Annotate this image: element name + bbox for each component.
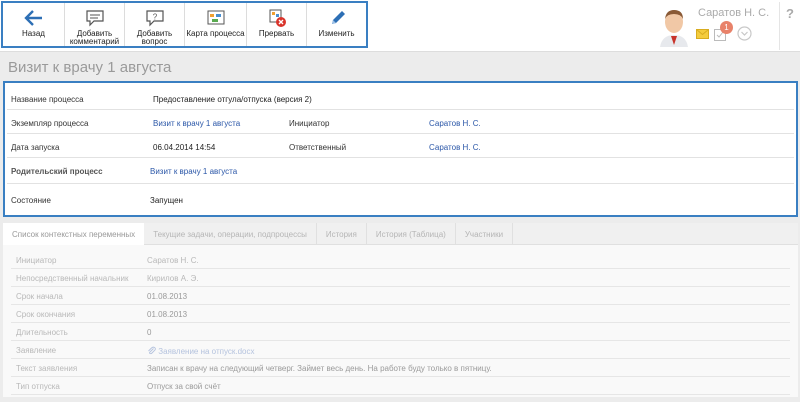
variable-name: Заявление: [16, 346, 57, 355]
variable-name: Длительность: [16, 328, 68, 337]
notification-badge: 1: [720, 20, 733, 34]
user-area: Саратов Н. С. 1: [650, 4, 800, 50]
tab-bar: Список контекстных переменных Текущие за…: [3, 223, 798, 245]
variable-name: Непосредственный начальник: [16, 274, 129, 283]
tasks-icon[interactable]: 1: [714, 20, 733, 41]
process-name-label: Название процесса: [11, 95, 84, 104]
process-info-panel: Название процесса Предоставление отгула/…: [3, 81, 798, 217]
edit-label: Изменить: [318, 29, 355, 38]
pencil-icon: [327, 7, 347, 29]
instance-label: Экземпляр процесса: [11, 119, 89, 128]
start-date-value: 06.04.2014 14:54: [153, 143, 216, 152]
table-row: Срок начала 01.08.2013: [11, 287, 790, 305]
tab-history-table[interactable]: История (Таблица): [367, 223, 456, 245]
table-row: Непосредственный начальник Кирилов А. Э.: [11, 269, 790, 287]
header-bar: Назад Добавить комментарий ? Добавить во…: [0, 0, 800, 52]
process-map-label: Карта процесса: [186, 29, 245, 38]
paperclip-icon: [148, 346, 156, 355]
variable-value: Отпуск за свой счёт: [147, 382, 221, 391]
edit-button[interactable]: Изменить: [307, 3, 366, 46]
process-name-row: Название процесса Предоставление отгула/…: [7, 86, 794, 110]
variable-value: Кирилов А. Э.: [147, 274, 199, 283]
variable-name: Текст заявления: [16, 364, 78, 373]
parent-process-label: Родительский процесс: [11, 167, 103, 176]
toolbar: Назад Добавить комментарий ? Добавить во…: [1, 1, 368, 48]
table-row: Заявление Заявление на отпуск.docx: [11, 341, 790, 359]
add-comment-button[interactable]: Добавить комментарий: [65, 3, 125, 46]
table-row: Срок окончания 01.08.2013: [11, 305, 790, 323]
parent-process-link[interactable]: Визит к врачу 1 августа: [150, 167, 237, 176]
svg-text:?: ?: [152, 13, 157, 22]
avatar[interactable]: [656, 7, 692, 47]
abort-label: Прервать: [258, 29, 295, 38]
responsible-label: Ответственный: [289, 143, 347, 152]
context-variables-table: Инициатор Саратов Н. С. Непосредственный…: [3, 245, 798, 397]
page-title: Визит к врачу 1 августа: [8, 59, 172, 76]
variable-value: 0: [147, 328, 152, 337]
responsible-link[interactable]: Саратов Н. С.: [429, 143, 481, 152]
chevron-down-icon[interactable]: [737, 26, 752, 41]
tab-history[interactable]: История: [317, 223, 367, 245]
instance-link[interactable]: Визит к врачу 1 августа: [153, 119, 240, 128]
user-icons: 1: [696, 20, 752, 41]
add-question-label: Добавить вопрос: [136, 29, 173, 46]
instance-row: Экземпляр процесса Визит к врачу 1 авгус…: [7, 110, 794, 134]
mail-icon[interactable]: [696, 28, 709, 39]
variable-value: Саратов Н. С.: [147, 256, 199, 265]
back-label: Назад: [22, 29, 45, 38]
tab-participants[interactable]: Участники: [456, 223, 514, 245]
tab-current-tasks[interactable]: Текущие задачи, операции, подпроцессы: [144, 223, 317, 245]
parent-process-row: Родительский процесс Визит к врачу 1 авг…: [7, 158, 794, 184]
table-row: Длительность 0: [11, 323, 790, 341]
tab-context-variables[interactable]: Список контекстных переменных: [3, 223, 145, 245]
abort-button[interactable]: Прервать: [247, 3, 307, 46]
process-map-icon: [206, 7, 226, 29]
variable-name: Инициатор: [16, 256, 57, 265]
help-button[interactable]: ?: [779, 2, 800, 50]
variable-value: 01.08.2013: [147, 292, 188, 301]
table-row: Текст заявления Записан к врачу на следу…: [11, 359, 790, 377]
arrow-left-icon: [23, 7, 44, 29]
start-date-label: Дата запуска: [11, 143, 60, 152]
add-comment-label: Добавить комментарий: [69, 29, 120, 46]
question-icon: ?: [145, 7, 165, 29]
attachment-link[interactable]: Заявление на отпуск.docx: [147, 346, 254, 356]
process-map-button[interactable]: Карта процесса: [185, 3, 247, 46]
variable-name: Срок окончания: [16, 310, 76, 319]
table-row: Инициатор Саратов Н. С.: [11, 251, 790, 269]
table-row: Тип отпуска Отпуск за свой счёт: [11, 377, 790, 395]
initiator-label: Инициатор: [289, 119, 330, 128]
state-row: Состояние Запущен: [7, 184, 794, 214]
user-name[interactable]: Саратов Н. С.: [698, 7, 769, 19]
back-button[interactable]: Назад: [3, 3, 65, 46]
variable-value: 01.08.2013: [147, 310, 188, 319]
variable-name: Срок начала: [16, 292, 63, 301]
add-question-button[interactable]: ? Добавить вопрос: [125, 3, 185, 46]
variable-name: Тип отпуска: [16, 382, 60, 391]
process-name-value: Предоставление отгула/отпуска (версия 2): [153, 95, 312, 104]
abort-icon: [267, 7, 287, 29]
variable-value: Записан к врачу на следующий четверг. За…: [147, 364, 492, 373]
state-label: Состояние: [11, 196, 51, 205]
state-value: Запущен: [150, 196, 183, 205]
initiator-link[interactable]: Саратов Н. С.: [429, 119, 481, 128]
comment-icon: [85, 7, 105, 29]
attachment-name: Заявление на отпуск.docx: [158, 347, 255, 356]
start-date-row: Дата запуска 06.04.2014 14:54 Ответствен…: [7, 134, 794, 158]
